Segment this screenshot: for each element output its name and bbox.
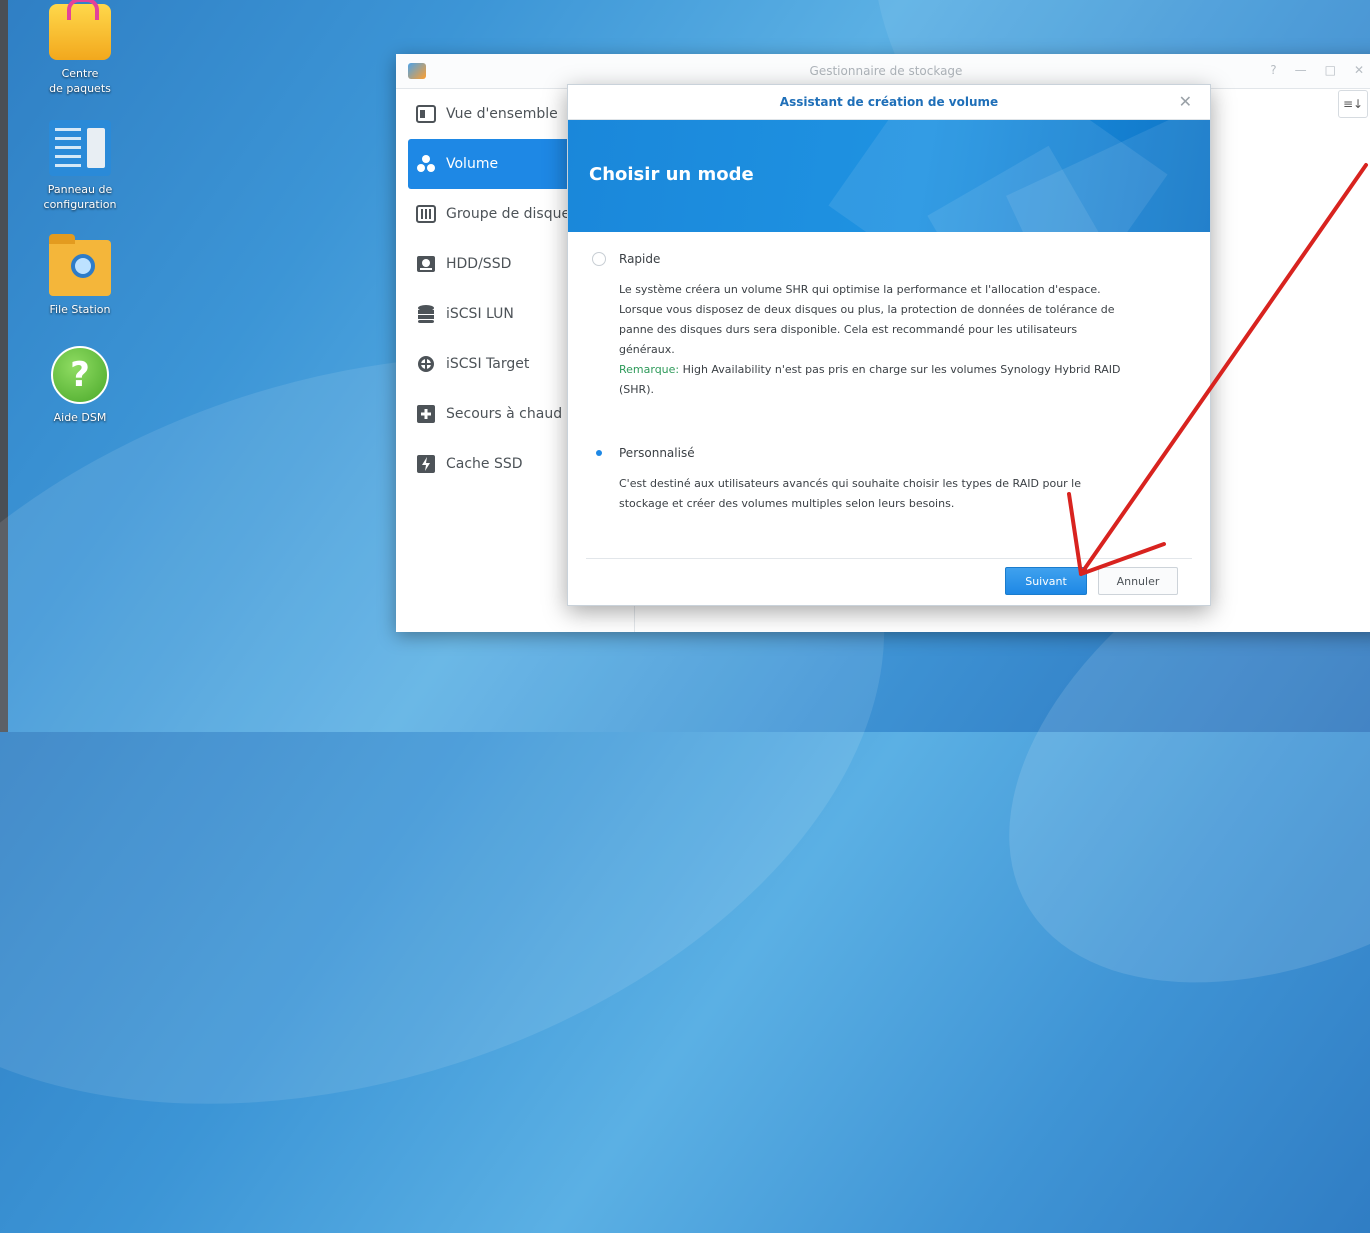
window-title: Gestionnaire de stockage bbox=[809, 64, 963, 78]
lun-icon bbox=[416, 304, 436, 324]
radio-custom[interactable] bbox=[592, 446, 606, 460]
sidebar-item-label: Groupe de disques bbox=[446, 206, 578, 222]
dialog-banner: Choisir un mode bbox=[568, 120, 1210, 232]
option-quick-label: Rapide bbox=[619, 252, 661, 266]
remark-label: Remarque: bbox=[619, 363, 680, 376]
folder-search-icon bbox=[49, 234, 111, 296]
help-button[interactable]: ? bbox=[1270, 63, 1276, 77]
help-icon: ? bbox=[51, 346, 109, 404]
dialog-title: Assistant de création de volume bbox=[779, 95, 999, 109]
option-custom-label: Personnalisé bbox=[619, 446, 695, 460]
cancel-button[interactable]: Annuler bbox=[1098, 567, 1178, 595]
option-quick[interactable]: Rapide bbox=[592, 252, 660, 266]
dialog-titlebar[interactable]: Assistant de création de volume ✕ bbox=[568, 85, 1210, 120]
desktop-icon-file-station[interactable]: File Station bbox=[28, 234, 132, 317]
desktop-icon-label: File Station bbox=[49, 303, 111, 316]
sidebar-item-label: iSCSI LUN bbox=[446, 306, 514, 322]
sidebar-item-label: Volume bbox=[446, 156, 499, 172]
option-custom[interactable]: Personnalisé bbox=[592, 446, 695, 460]
close-button[interactable]: ✕ bbox=[1354, 63, 1364, 77]
shopping-bag-icon bbox=[49, 0, 111, 60]
sort-button[interactable]: ≡↓ bbox=[1338, 90, 1368, 118]
volume-icon bbox=[416, 154, 436, 174]
close-icon[interactable]: ✕ bbox=[1179, 85, 1192, 119]
desktop-icon-label: Centre de paquets bbox=[49, 67, 111, 95]
radio-quick[interactable] bbox=[592, 252, 606, 266]
sidebar-item-label: HDD/SSD bbox=[446, 256, 512, 272]
option-custom-description: C'est destiné aux utilisateurs avancés q… bbox=[619, 477, 1082, 510]
option-quick-description: Le système créera un volume SHR qui opti… bbox=[619, 283, 1121, 396]
minimize-button[interactable]: — bbox=[1295, 63, 1307, 77]
maximize-button[interactable]: □ bbox=[1325, 63, 1336, 77]
ssd-cache-icon bbox=[416, 454, 436, 474]
desktop-icon-control-panel[interactable]: Panneau de configuration bbox=[28, 120, 132, 212]
screen-edge-bar bbox=[0, 0, 8, 732]
sidebar-item-label: iSCSI Target bbox=[446, 356, 530, 372]
target-icon bbox=[416, 354, 436, 374]
desktop-icon-package-center[interactable]: Centre de paquets bbox=[28, 0, 132, 96]
sidebar-item-label: Secours à chaud bbox=[446, 406, 563, 422]
dialog-footer-divider bbox=[586, 558, 1192, 559]
desktop-icon-label: Panneau de configuration bbox=[43, 183, 117, 211]
overview-icon bbox=[416, 104, 436, 124]
control-panel-icon bbox=[49, 120, 111, 176]
volume-creation-wizard: Assistant de création de volume ✕ Choisi… bbox=[567, 84, 1211, 606]
desktop-icon-label: Aide DSM bbox=[53, 411, 107, 424]
sidebar-item-label: Vue d'ensemble bbox=[446, 106, 558, 122]
next-button[interactable]: Suivant bbox=[1005, 567, 1087, 595]
sidebar-item-label: Cache SSD bbox=[446, 456, 523, 472]
dialog-heading: Choisir un mode bbox=[589, 164, 754, 185]
desktop-icon-dsm-help[interactable]: ? Aide DSM bbox=[28, 346, 132, 425]
hdd-icon bbox=[416, 254, 436, 274]
disk-group-icon bbox=[416, 204, 436, 224]
hot-spare-icon bbox=[416, 404, 436, 424]
